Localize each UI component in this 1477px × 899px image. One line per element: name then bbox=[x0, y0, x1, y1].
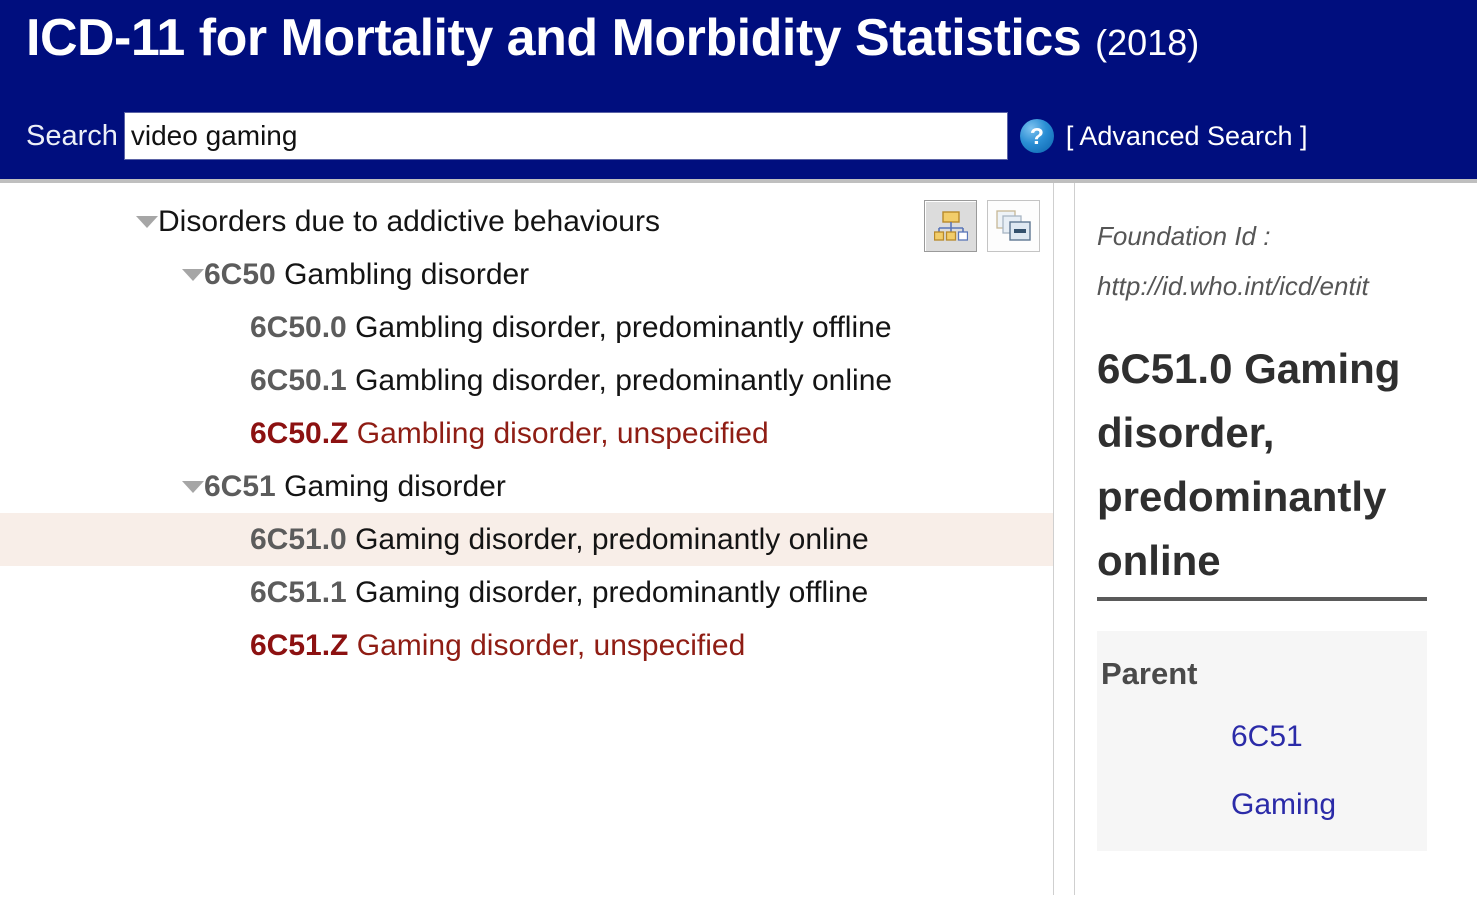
foundation-id-url[interactable]: http://id.who.int/icd/entit bbox=[1097, 261, 1477, 311]
tree-row-text: 6C50.Z Gambling disorder, unspecified bbox=[250, 407, 946, 460]
tree-row[interactable]: Disorders due to addictive behaviours bbox=[0, 195, 1053, 248]
stacked-windows-collapse-icon bbox=[995, 210, 1031, 241]
page-title-main: ICD-11 for Mortality and Morbidity Stati… bbox=[26, 9, 1082, 67]
tree-row-text: Disorders due to addictive behaviours bbox=[158, 195, 676, 248]
entity-title: 6C51.0 Gaming disorder, predominantly on… bbox=[1097, 337, 1427, 601]
tree-toolbar bbox=[924, 200, 1040, 252]
tree-row-text: 6C51.Z Gaming disorder, unspecified bbox=[250, 619, 946, 672]
parent-link-code[interactable]: 6C51 bbox=[1097, 711, 1427, 763]
help-icon[interactable]: ? bbox=[1019, 119, 1054, 153]
tree-row-title: Gambling disorder, predominantly offline bbox=[355, 311, 892, 344]
tree-row-code: 6C51.Z bbox=[250, 629, 349, 662]
tree-row-title: Disorders due to addictive behaviours bbox=[158, 205, 660, 238]
app-header: ICD-11 for Mortality and Morbidity Stati… bbox=[0, 0, 1477, 183]
tree-row-title: Gambling disorder bbox=[284, 258, 530, 291]
tree-row-text: 6C50 Gambling disorder bbox=[204, 248, 545, 301]
tree-row-title: Gaming disorder bbox=[284, 470, 506, 503]
hierarchy-icon bbox=[933, 211, 968, 241]
tree-list: Disorders due to addictive behaviours 6C… bbox=[0, 183, 1053, 672]
foundation-id-label: Foundation Id : bbox=[1097, 221, 1271, 251]
tree-row-text: 6C50.0 Gambling disorder, predominantly … bbox=[250, 301, 946, 354]
tree-row[interactable]: 6C50.1 Gambling disorder, predominantly … bbox=[0, 354, 1053, 407]
tree-row-code: 6C50.Z bbox=[250, 417, 349, 450]
chevron-down-icon[interactable] bbox=[182, 481, 204, 493]
tree-row[interactable]: 6C51.Z Gaming disorder, unspecified bbox=[0, 619, 1053, 672]
tree-row[interactable]: 6C51.1 Gaming disorder, predominantly of… bbox=[0, 566, 1053, 619]
tree-row-title: Gaming disorder, predominantly online bbox=[355, 523, 869, 556]
collapse-all-button[interactable] bbox=[987, 200, 1040, 252]
advanced-search-link[interactable]: [ Advanced Search ] bbox=[1066, 121, 1308, 152]
main-content: Disorders due to addictive behaviours 6C… bbox=[0, 183, 1477, 895]
tree-row-title: Gambling disorder, predominantly online bbox=[355, 364, 893, 397]
tree-row-code: 6C50 bbox=[204, 258, 276, 291]
search-input[interactable] bbox=[123, 112, 1008, 160]
panel-divider bbox=[1053, 183, 1075, 895]
chevron-down-icon[interactable] bbox=[136, 216, 158, 228]
tree-row-code: 6C51 bbox=[204, 470, 276, 503]
classification-tree-panel: Disorders due to addictive behaviours 6C… bbox=[0, 183, 1053, 895]
tree-row-code: 6C50.0 bbox=[250, 311, 347, 344]
search-bar: Search ? [ Advanced Search ] bbox=[26, 112, 1446, 160]
search-label: Search bbox=[26, 119, 118, 152]
tree-row[interactable]: 6C50.Z Gambling disorder, unspecified bbox=[0, 407, 1053, 460]
tree-row-code: 6C51.0 bbox=[250, 523, 347, 556]
tree-row-text: 6C50.1 Gambling disorder, predominantly … bbox=[250, 354, 946, 407]
tree-row-code: 6C50.1 bbox=[250, 364, 347, 397]
tree-row-text: 6C51.1 Gaming disorder, predominantly of… bbox=[250, 566, 946, 619]
tree-row[interactable]: 6C50 Gambling disorder bbox=[0, 248, 1053, 301]
tree-row[interactable]: 6C51 Gaming disorder bbox=[0, 460, 1053, 513]
tree-row-text: 6C51 Gaming disorder bbox=[204, 460, 522, 513]
hierarchy-view-button[interactable] bbox=[924, 200, 977, 252]
tree-row-title: Gaming disorder, unspecified bbox=[356, 629, 746, 662]
tree-row-selected[interactable]: 6C51.0 Gaming disorder, predominantly on… bbox=[0, 513, 1053, 566]
tree-row-title: Gaming disorder, predominantly offline bbox=[355, 576, 869, 609]
tree-row-code: 6C51.1 bbox=[250, 576, 347, 609]
tree-row-text: 6C51.0 Gaming disorder, predominantly on… bbox=[250, 513, 946, 566]
parent-link-title[interactable]: Gaming bbox=[1097, 779, 1427, 831]
page-title-year: (2018) bbox=[1095, 22, 1200, 63]
page-title: ICD-11 for Mortality and Morbidity Stati… bbox=[26, 8, 1199, 68]
chevron-down-icon[interactable] bbox=[182, 269, 204, 281]
foundation-id-block: Foundation Id : http://id.who.int/icd/en… bbox=[1097, 183, 1477, 311]
parent-heading: Parent bbox=[1101, 656, 1198, 691]
tree-row-title: Gambling disorder, unspecified bbox=[356, 417, 769, 450]
tree-row[interactable]: 6C50.0 Gambling disorder, predominantly … bbox=[0, 301, 1053, 354]
entity-detail-panel: Foundation Id : http://id.who.int/icd/en… bbox=[1075, 183, 1477, 895]
parent-section: Parent 6C51 Gaming bbox=[1097, 631, 1427, 851]
